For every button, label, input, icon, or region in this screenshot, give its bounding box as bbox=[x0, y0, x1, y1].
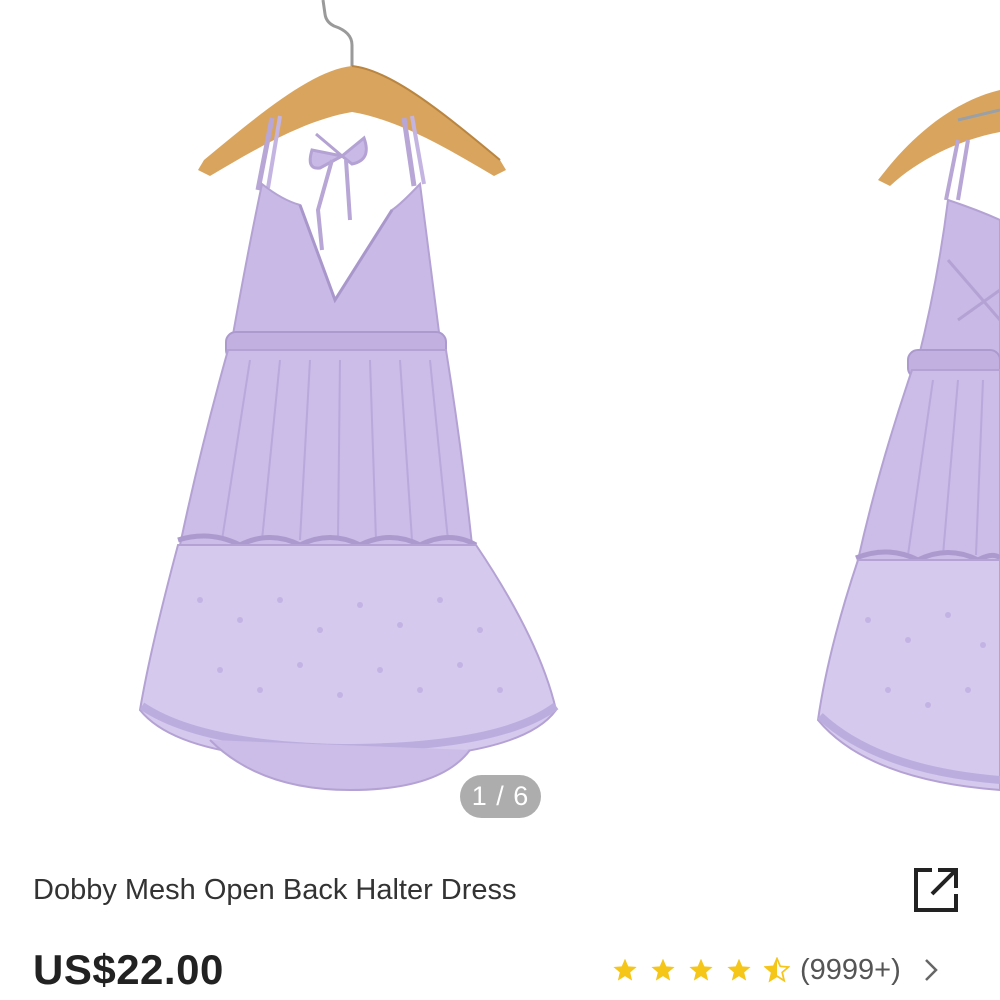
dress-back-image bbox=[816, 90, 1000, 792]
product-image-1[interactable] bbox=[0, 0, 800, 850]
rating-reviews-link[interactable]: (9999+) bbox=[612, 950, 939, 990]
product-image-carousel[interactable]: 1 / 6 bbox=[0, 0, 1000, 850]
carousel-page-indicator: 1 / 6 bbox=[460, 775, 541, 818]
product-page: 1 / 6 Dobby Mesh Open Back Halter Dress … bbox=[0, 0, 1000, 1000]
product-image-2-preview[interactable] bbox=[808, 0, 1000, 850]
half-star-icon bbox=[764, 957, 790, 983]
product-price: US$22.00 bbox=[33, 946, 224, 993]
dress-front-image bbox=[138, 0, 559, 792]
product-title: Dobby Mesh Open Back Halter Dress bbox=[33, 874, 517, 906]
rating-stars bbox=[612, 957, 802, 983]
product-info-section: Dobby Mesh Open Back Halter Dress US$22.… bbox=[0, 850, 1000, 1000]
share-icon bbox=[914, 868, 958, 912]
star-icon bbox=[689, 958, 713, 981]
star-icon bbox=[727, 958, 751, 981]
chevron-right-icon bbox=[924, 959, 938, 981]
share-button[interactable] bbox=[908, 862, 964, 918]
star-icon bbox=[651, 958, 675, 981]
star-icon bbox=[613, 958, 637, 981]
review-count: (9999+) bbox=[800, 953, 901, 986]
